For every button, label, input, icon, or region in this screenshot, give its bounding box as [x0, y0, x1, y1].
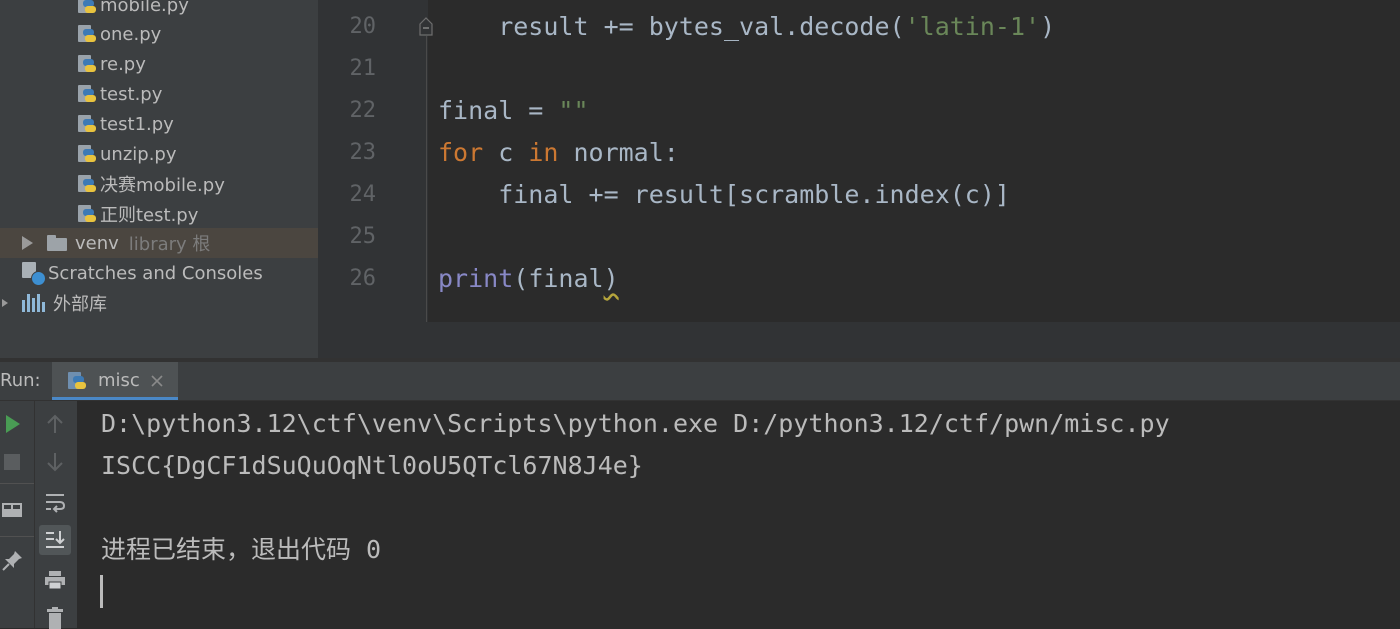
- python-file-icon: [78, 144, 96, 164]
- project-tree: mobile.py one.py re.py test.py test1.py …: [0, 0, 318, 358]
- tree-external-libraries[interactable]: 外部库: [0, 288, 318, 318]
- tree-file-label: 正则test.py: [100, 205, 199, 226]
- line-number: 26: [349, 266, 377, 291]
- tree-file-label: unzip.py: [100, 143, 177, 165]
- python-file-icon: [78, 174, 96, 194]
- code-text: ): [1040, 12, 1056, 41]
- code-text: (final: [513, 264, 604, 293]
- code-text: result += bytes_val.decode(: [438, 12, 905, 41]
- tree-file-regex-test[interactable]: 正则test.py: [0, 199, 318, 229]
- code-line-20[interactable]: result += bytes_val.decode('latin-1'): [438, 6, 1055, 48]
- tree-file-label: test1.py: [100, 113, 174, 135]
- line-number: 25: [349, 224, 377, 249]
- code-line-22[interactable]: final = "": [438, 90, 589, 132]
- tree-file-final-mobile[interactable]: 决赛mobile.py: [0, 169, 318, 199]
- tree-scratches-label: Scratches and Consoles: [48, 262, 263, 284]
- tree-file-label: mobile.py: [100, 0, 189, 16]
- folder-icon: [47, 235, 67, 251]
- scratches-icon: [22, 262, 46, 286]
- tree-scratches[interactable]: Scratches and Consoles: [0, 258, 318, 288]
- console-caret: [100, 575, 103, 608]
- line-number: 24: [349, 182, 377, 207]
- fold-collapse-icon[interactable]: [419, 16, 433, 36]
- code-text-warning: ): [603, 264, 619, 293]
- soft-wrap-icon[interactable]: [44, 491, 66, 513]
- python-file-icon: [78, 84, 96, 104]
- code-text: normal:: [558, 138, 679, 167]
- code-line-26[interactable]: print(final): [438, 258, 619, 300]
- tree-file-test1[interactable]: test1.py: [0, 109, 318, 139]
- layout-icon[interactable]: [2, 501, 22, 519]
- python-file-icon: [78, 114, 96, 134]
- python-file-icon: [78, 0, 96, 15]
- tree-file-label: test.py: [100, 83, 163, 105]
- tree-file-label: re.py: [100, 53, 146, 75]
- tree-folder-label: venv: [75, 232, 119, 254]
- run-toolbar-primary: [0, 401, 35, 628]
- code-keyword: in: [528, 138, 559, 167]
- expand-arrow-icon[interactable]: [22, 236, 33, 250]
- pin-icon[interactable]: [2, 549, 24, 571]
- console-line: ISCC{DgCF1dSuQuOqNtl0oU5QTcl67N8J4e}: [101, 451, 643, 480]
- expand-arrow-icon[interactable]: [2, 299, 8, 307]
- python-file-icon: [78, 24, 96, 44]
- tree-file-label: 决赛mobile.py: [100, 175, 225, 196]
- line-number: 20: [349, 14, 377, 39]
- tree-file-label: one.py: [100, 23, 162, 45]
- tree-file-unzip[interactable]: unzip.py: [0, 139, 318, 169]
- line-number: 21: [349, 56, 377, 81]
- run-toolbar-secondary: [35, 401, 77, 629]
- arrow-up-icon[interactable]: [46, 414, 64, 434]
- python-file-icon: [68, 371, 86, 391]
- code-keyword: for: [438, 138, 484, 167]
- library-icon: [22, 294, 45, 312]
- console-line: 进程已结束，退出代码 0: [101, 535, 382, 564]
- run-panel-header: Run: misc: [0, 362, 1400, 401]
- run-label: Run:: [0, 370, 41, 391]
- editor-bottom-area: [318, 322, 1400, 358]
- stop-icon[interactable]: [4, 454, 20, 470]
- tree-external-libraries-label: 外部库: [53, 294, 107, 315]
- code-string: 'latin-1': [904, 12, 1041, 41]
- line-number: 22: [349, 98, 377, 123]
- code-line-24[interactable]: final += result[scramble.index(c)]: [438, 174, 1010, 216]
- fold-guide: [426, 36, 427, 322]
- code-string: "": [558, 96, 589, 125]
- code-builtin: print: [438, 264, 514, 293]
- trash-icon[interactable]: [46, 607, 64, 629]
- code-text: final =: [438, 96, 559, 125]
- close-icon[interactable]: [150, 374, 164, 388]
- python-file-icon: [78, 204, 96, 224]
- run-tab-label: misc: [98, 370, 140, 391]
- arrow-down-icon[interactable]: [46, 452, 64, 472]
- tree-folder-hint: library 根: [128, 234, 211, 255]
- code-text: final += result[scramble.index(c)]: [438, 180, 1010, 209]
- console-line: D:\python3.12\ctf\venv\Scripts\python.ex…: [101, 409, 1170, 438]
- tree-folder-venv[interactable]: venv library 根: [0, 228, 318, 258]
- code-line-23[interactable]: for c in normal:: [438, 132, 679, 174]
- tree-file-test[interactable]: test.py: [0, 79, 318, 109]
- code-text: c: [483, 138, 529, 167]
- run-icon[interactable]: [4, 414, 22, 434]
- tree-file-mobile[interactable]: mobile.py: [0, 0, 318, 20]
- scroll-to-end-icon[interactable]: [44, 529, 66, 551]
- python-file-icon: [78, 54, 96, 74]
- print-icon[interactable]: [44, 569, 66, 591]
- tree-file-one[interactable]: one.py: [0, 19, 318, 49]
- tree-file-re[interactable]: re.py: [0, 49, 318, 79]
- line-number: 23: [349, 140, 377, 165]
